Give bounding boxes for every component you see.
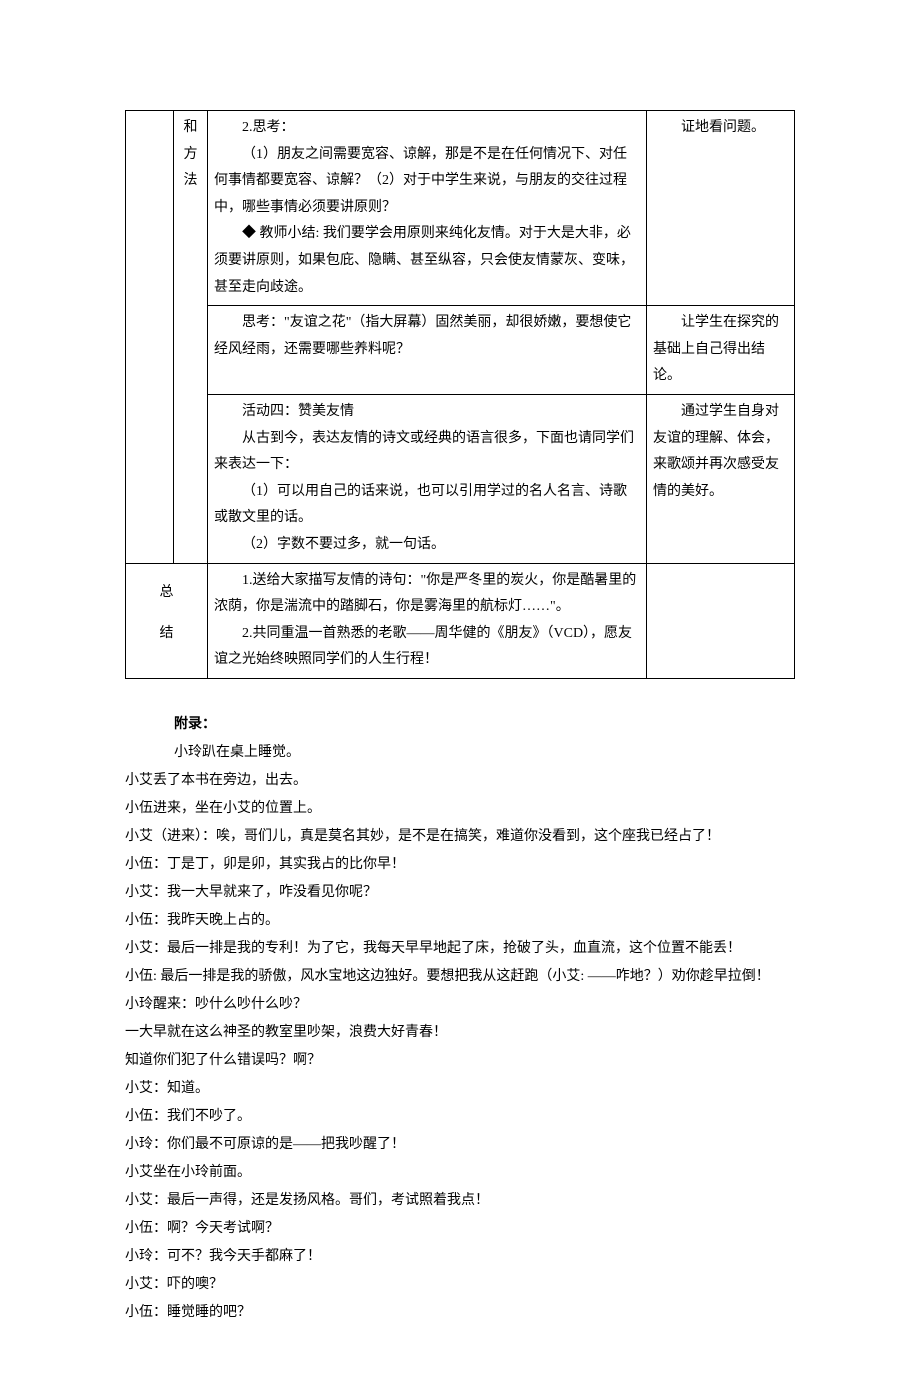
appendix-line: 小艾（进来）：唉，哥们儿，真是莫名其妙，是不是在搞笑，难道你没看到，这个座我已经…: [125, 823, 795, 851]
appendix-line: 小伍进来，坐在小艾的位置上。: [125, 795, 795, 823]
col-b-char: 方: [180, 142, 201, 169]
col-b-char: 和: [180, 115, 201, 142]
table-row: 和 方 法 2.思考： （1）朋友之间需要宽容、谅解，那是不是在任何情况下、对任…: [126, 111, 795, 306]
appendix-line: 小艾：最后一排是我的专利！为了它，我每天早早地起了床，抢破了头，血直流，这个位置…: [125, 935, 795, 963]
appendix-title: 附录：: [125, 711, 795, 739]
appendix-line: 小玲：你们最不可原谅的是——把我吵醒了！: [125, 1131, 795, 1159]
appendix-line: 小艾：我一大早就来了，咋没看见你呢？: [125, 879, 795, 907]
appendix-line: 小艾：最后一声得，还是发扬风格。哥们，考试照着我点！: [125, 1187, 795, 1215]
activity-title: 活动四：赞美友情: [214, 399, 640, 426]
col-b-heading: 和 方 法: [174, 111, 208, 564]
note-text: 证地看问题。: [681, 120, 765, 135]
document-page: 和 方 法 2.思考： （1）朋友之间需要宽容、谅解，那是不是在任何情况下、对任…: [0, 0, 920, 1387]
note-cell: 证地看问题。: [647, 111, 795, 306]
summary-item: 1.送给大家描写友情的诗句："你是严冬里的炭火，你是酷暑里的浓荫，你是湍流中的踏…: [214, 568, 640, 621]
appendix-line: 小玲：可不？我今天手都麻了！: [125, 1243, 795, 1271]
appendix-line: 小伍：我昨天晚上占的。: [125, 907, 795, 935]
note-cell: [647, 563, 795, 678]
appendix-line: 一大早就在这么神圣的教室里吵架，浪费大好青春！: [125, 1019, 795, 1047]
table-row: 活动四：赞美友情 从古到今，表达友情的诗文或经典的语言很多，下面也请同学们来表达…: [126, 394, 795, 563]
appendix-line: 小伍: 最后一排是我的骄傲，风水宝地这边独好。要想把我从这赶跑（小艾: ——咋地…: [125, 963, 795, 991]
lesson-table: 和 方 法 2.思考： （1）朋友之间需要宽容、谅解，那是不是在任何情况下、对任…: [125, 110, 795, 679]
note-text: 让学生在探究的基础上自己得出结论。: [653, 315, 779, 383]
activity-item: （1）可以用自己的话来说，也可以引用学过的名人名言、诗歌或散文里的话。: [214, 479, 640, 532]
note-text: 通过学生自身对友谊的理解、体会，来歌颂并再次感受友情的美好。: [653, 404, 779, 499]
appendix-line: 小伍：丁是丁，卯是卯，其实我占的比你早！: [125, 851, 795, 879]
appendix-line: 知道你们犯了什么错误吗？啊？: [125, 1047, 795, 1075]
appendix-line: 小玲趴在桌上睡觉。: [125, 739, 795, 767]
appendix-line: 小艾：知道。: [125, 1075, 795, 1103]
col-a-blank: [126, 111, 174, 564]
col-a-summary: 总 结: [126, 563, 208, 678]
appendix-line: 小艾：吓的噢？: [125, 1271, 795, 1299]
activity-item: （2）字数不要过多，就一句话。: [214, 532, 640, 559]
activity-cell: 活动四：赞美友情 从古到今，表达友情的诗文或经典的语言很多，下面也请同学们来表达…: [208, 394, 647, 563]
think-question: （1）朋友之间需要宽容、谅解，那是不是在任何情况下、对任何事情都要宽容、谅解？（…: [214, 142, 640, 222]
appendix-section: 附录： 小玲趴在桌上睡觉。 小艾丢了本书在旁边，出去。 小伍进来，坐在小艾的位置…: [125, 711, 795, 1327]
table-row: 思考："友谊之花"（指大屏幕）固然美丽，却很娇嫩，要想使它经风经雨，还需要哪些养…: [126, 306, 795, 395]
table-row: 总 结 1.送给大家描写友情的诗句："你是严冬里的炭火，你是酷暑里的浓荫，你是湍…: [126, 563, 795, 678]
activity-cell: 2.思考： （1）朋友之间需要宽容、谅解，那是不是在任何情况下、对任何事情都要宽…: [208, 111, 647, 306]
think-question: 思考："友谊之花"（指大屏幕）固然美丽，却很娇嫩，要想使它经风经雨，还需要哪些养…: [214, 310, 640, 363]
summary-cell: 1.送给大家描写友情的诗句："你是严冬里的炭火，你是酷暑里的浓荫，你是湍流中的踏…: [208, 563, 647, 678]
appendix-line: 小艾坐在小玲前面。: [125, 1159, 795, 1187]
note-cell: 通过学生自身对友谊的理解、体会，来歌颂并再次感受友情的美好。: [647, 394, 795, 563]
summary-char: 总: [132, 576, 201, 610]
teacher-summary: ◆ 教师小结: 我们要学会用原则来纯化友情。对于大是大非，必须要讲原则，如果包庇…: [214, 221, 640, 301]
col-b-char: 法: [180, 168, 201, 195]
appendix-line: 小玲醒来：吵什么吵什么吵？: [125, 991, 795, 1019]
appendix-line: 小伍：啊？今天考试啊？: [125, 1215, 795, 1243]
summary-item: 2.共同重温一首熟悉的老歌——周华健的《朋友》（VCD），愿友谊之光始终映照同学…: [214, 621, 640, 674]
appendix-line: 小艾丢了本书在旁边，出去。: [125, 767, 795, 795]
activity-desc: 从古到今，表达友情的诗文或经典的语言很多，下面也请同学们来表达一下：: [214, 426, 640, 479]
think-heading: 2.思考：: [214, 115, 640, 142]
summary-char: 结: [132, 617, 201, 651]
appendix-line: 小伍：我们不吵了。: [125, 1103, 795, 1131]
activity-cell: 思考："友谊之花"（指大屏幕）固然美丽，却很娇嫩，要想使它经风经雨，还需要哪些养…: [208, 306, 647, 395]
appendix-line: 小伍：睡觉睡的吧？: [125, 1299, 795, 1327]
note-cell: 让学生在探究的基础上自己得出结论。: [647, 306, 795, 395]
